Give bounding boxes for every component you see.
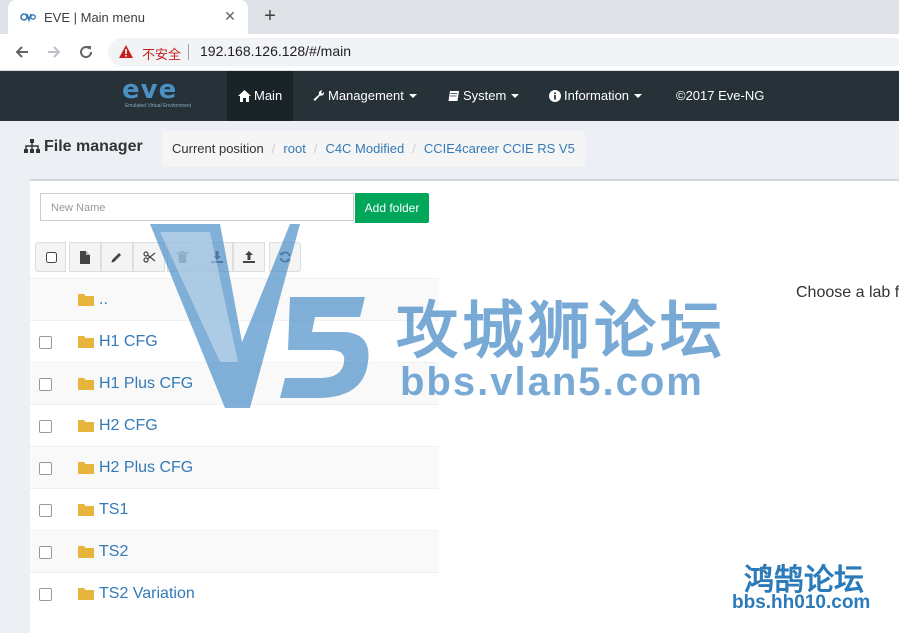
nav-management[interactable]: Management <box>313 71 417 121</box>
row-checkbox[interactable] <box>39 336 52 349</box>
file-name[interactable]: .. <box>99 291 108 309</box>
file-name[interactable]: H2 CFG <box>99 417 158 435</box>
omnibox-divider <box>188 44 189 60</box>
folder-icon <box>78 336 94 348</box>
eve-favicon-icon <box>20 13 36 23</box>
security-status[interactable]: 不安全 <box>142 44 181 63</box>
page-title-text: File manager <box>44 138 143 155</box>
row-checkbox[interactable] <box>39 462 52 475</box>
sitemap-icon <box>24 139 40 153</box>
chevron-down-icon <box>408 94 417 98</box>
chevron-down-icon <box>511 94 520 98</box>
corner-watermark-url: bbs.hh010.com <box>732 592 871 613</box>
tab-title: EVE | Main menu <box>44 10 145 25</box>
row-checkbox[interactable] <box>39 546 52 559</box>
v5-watermark-logo <box>150 224 369 408</box>
file-name[interactable]: H1 CFG <box>99 333 158 351</box>
warning-triangle-icon <box>119 45 133 58</box>
close-tab-icon[interactable]: ✕ <box>222 8 238 24</box>
file-name[interactable]: TS1 <box>99 501 128 519</box>
nav-main[interactable]: Main <box>227 71 294 121</box>
folder-icon <box>78 420 94 432</box>
new-tab-icon[interactable]: + <box>260 6 280 26</box>
info-circle-icon <box>549 90 561 102</box>
breadcrumb-root[interactable]: root <box>283 141 305 156</box>
list-item[interactable]: H2 Plus CFG <box>30 446 439 489</box>
rename-button[interactable] <box>101 242 133 272</box>
app-navbar: eve Emulated Virtual Environment Main Ma… <box>0 71 899 121</box>
logo-subtitle: Emulated Virtual Environment <box>124 103 192 109</box>
wrench-icon <box>313 90 325 101</box>
file-name[interactable]: TS2 Variation <box>99 585 195 603</box>
nav-information[interactable]: Information <box>549 71 643 121</box>
address-bar-row: 不安全 192.168.126.128/#/main <box>0 34 899 71</box>
nav-main-label: Main <box>254 88 283 103</box>
row-checkbox[interactable] <box>39 588 52 601</box>
file-name[interactable]: H2 Plus CFG <box>99 459 193 477</box>
watermark-text: 攻城狮论坛 <box>396 297 727 366</box>
nav-system[interactable]: System <box>448 71 520 121</box>
breadcrumb-separator: / <box>313 141 318 156</box>
breadcrumb-separator: / <box>271 141 276 156</box>
nav-management-label: Management <box>328 88 404 103</box>
browser-tab-bar: EVE | Main menu ✕ + <box>0 0 899 34</box>
new-file-button[interactable] <box>69 242 101 272</box>
breadcrumb-c4c-modified[interactable]: C4C Modified <box>325 141 404 156</box>
chevron-down-icon <box>634 94 643 98</box>
add-folder-button[interactable]: Add folder <box>355 193 429 223</box>
logo-text: eve <box>122 75 178 105</box>
folder-icon <box>78 462 94 474</box>
folder-icon <box>78 378 94 390</box>
nav-copyright: ©2017 Eve-NG <box>676 88 765 103</box>
nav-system-label: System <box>463 88 507 103</box>
breadcrumb-separator: / <box>412 141 416 156</box>
folder-icon <box>78 504 94 516</box>
page-title: File manager <box>24 138 143 156</box>
row-checkbox[interactable] <box>39 378 52 391</box>
file-name[interactable]: TS2 <box>99 543 128 561</box>
row-checkbox[interactable] <box>39 420 52 433</box>
folder-icon <box>78 294 94 306</box>
list-item[interactable]: TS2 Variation <box>30 572 439 615</box>
breadcrumb-ccie4career[interactable]: CCIE4career CCIE RS V5 <box>424 141 575 156</box>
url-text[interactable]: 192.168.126.128/#/main <box>200 43 351 59</box>
nav-information-label: Information <box>564 88 630 103</box>
browser-tab[interactable]: EVE | Main menu ✕ <box>8 0 248 34</box>
pencil-icon <box>111 253 121 263</box>
list-item[interactable]: TS1 <box>30 488 439 531</box>
select-all-button[interactable] <box>35 242 66 272</box>
list-item[interactable]: TS2 <box>30 530 439 573</box>
row-checkbox[interactable] <box>39 504 52 517</box>
omnibox[interactable]: 不安全 192.168.126.128/#/main <box>108 38 899 66</box>
folder-icon <box>78 546 94 558</box>
breadcrumb-current-label: Current position <box>172 141 264 156</box>
eve-logo[interactable]: eve Emulated Virtual Environment <box>112 75 204 115</box>
breadcrumb: Current position / root / C4C Modified / CCIE4… <box>162 131 585 167</box>
new-name-input[interactable]: New Name <box>40 193 354 221</box>
reload-icon[interactable] <box>76 42 96 62</box>
book-icon <box>448 91 459 101</box>
folder-icon <box>78 588 94 600</box>
checkbox-icon <box>46 252 57 263</box>
back-arrow-icon[interactable] <box>12 42 32 62</box>
forward-arrow-icon[interactable] <box>44 42 64 62</box>
lab-preview-placeholder: Choose a lab f <box>796 284 899 301</box>
watermark-url: bbs.vlan5.com <box>400 360 704 404</box>
new-file-icon <box>80 251 90 264</box>
home-icon <box>238 90 251 102</box>
